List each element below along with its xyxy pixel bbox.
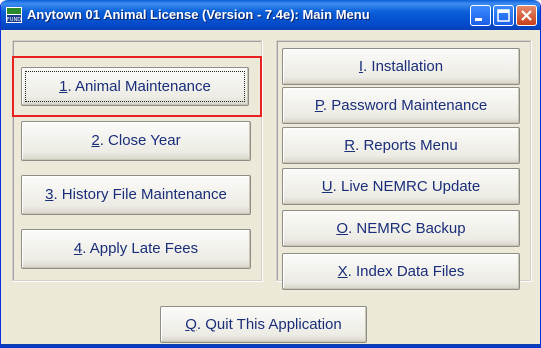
- animal-maintenance-button[interactable]: 1. Animal Maintenance: [21, 67, 249, 106]
- close-year-hotkey: 2: [91, 132, 100, 149]
- app-window: FUND Anytown 01 Animal License (Version …: [0, 0, 541, 348]
- quit-application-button[interactable]: Q. Quit This Application: [160, 306, 367, 343]
- app-logo-label: FUND: [7, 17, 21, 23]
- close-year-label: . Close Year: [99, 132, 181, 149]
- minimize-button[interactable]: [470, 5, 491, 26]
- history-file-maintenance-button[interactable]: 3. History File Maintenance: [21, 175, 251, 215]
- minimize-icon: [475, 18, 482, 21]
- app-logo-icon: FUND: [6, 7, 22, 23]
- reports-menu-label: . Reports Menu: [355, 137, 458, 154]
- reports-menu-button[interactable]: R. Reports Menu: [282, 127, 520, 164]
- quit-application-hotkey: Q: [185, 316, 197, 333]
- installation-label: . Installation: [363, 58, 444, 75]
- apply-late-fees-button[interactable]: 4. Apply Late Fees: [21, 229, 251, 269]
- close-year-button[interactable]: 2. Close Year: [21, 121, 251, 161]
- nemrc-backup-label: . NEMRC Backup: [348, 220, 466, 237]
- nemrc-backup-button[interactable]: O. NEMRC Backup: [282, 210, 520, 247]
- reports-menu-hotkey: R: [344, 137, 356, 154]
- index-data-files-label: . Index Data Files: [347, 263, 465, 280]
- quit-application-label: . Quit This Application: [196, 316, 342, 333]
- index-data-files-hotkey: X: [337, 263, 348, 280]
- apply-late-fees-hotkey: 4: [73, 240, 83, 257]
- password-maintenance-label: . Password Maintenance: [322, 97, 488, 114]
- apply-late-fees-label: . Apply Late Fees: [82, 240, 199, 257]
- live-nemrc-update-label: . Live NEMRC Update: [332, 178, 481, 195]
- installation-button[interactable]: I. Installation: [282, 48, 520, 85]
- maximize-icon: [497, 9, 510, 22]
- index-data-files-button[interactable]: X. Index Data Files: [282, 253, 520, 290]
- nemrc-backup-hotkey: O: [336, 220, 349, 237]
- close-icon: [521, 10, 532, 21]
- live-nemrc-update-hotkey: U: [321, 178, 333, 195]
- window-title: Anytown 01 Animal License (Version - 7.4…: [27, 7, 370, 22]
- focus-indicator: [25, 71, 245, 102]
- history-file-maintenance-label: . History File Maintenance: [53, 186, 227, 203]
- live-nemrc-update-button[interactable]: U. Live NEMRC Update: [282, 168, 520, 205]
- password-maintenance-button[interactable]: P. Password Maintenance: [282, 87, 520, 124]
- window-bottom-border: [1, 344, 540, 347]
- title-bar[interactable]: FUND Anytown 01 Animal License (Version …: [1, 0, 540, 30]
- password-maintenance-hotkey: P: [314, 97, 323, 114]
- close-button[interactable]: [516, 5, 537, 26]
- maximize-button[interactable]: [493, 5, 514, 26]
